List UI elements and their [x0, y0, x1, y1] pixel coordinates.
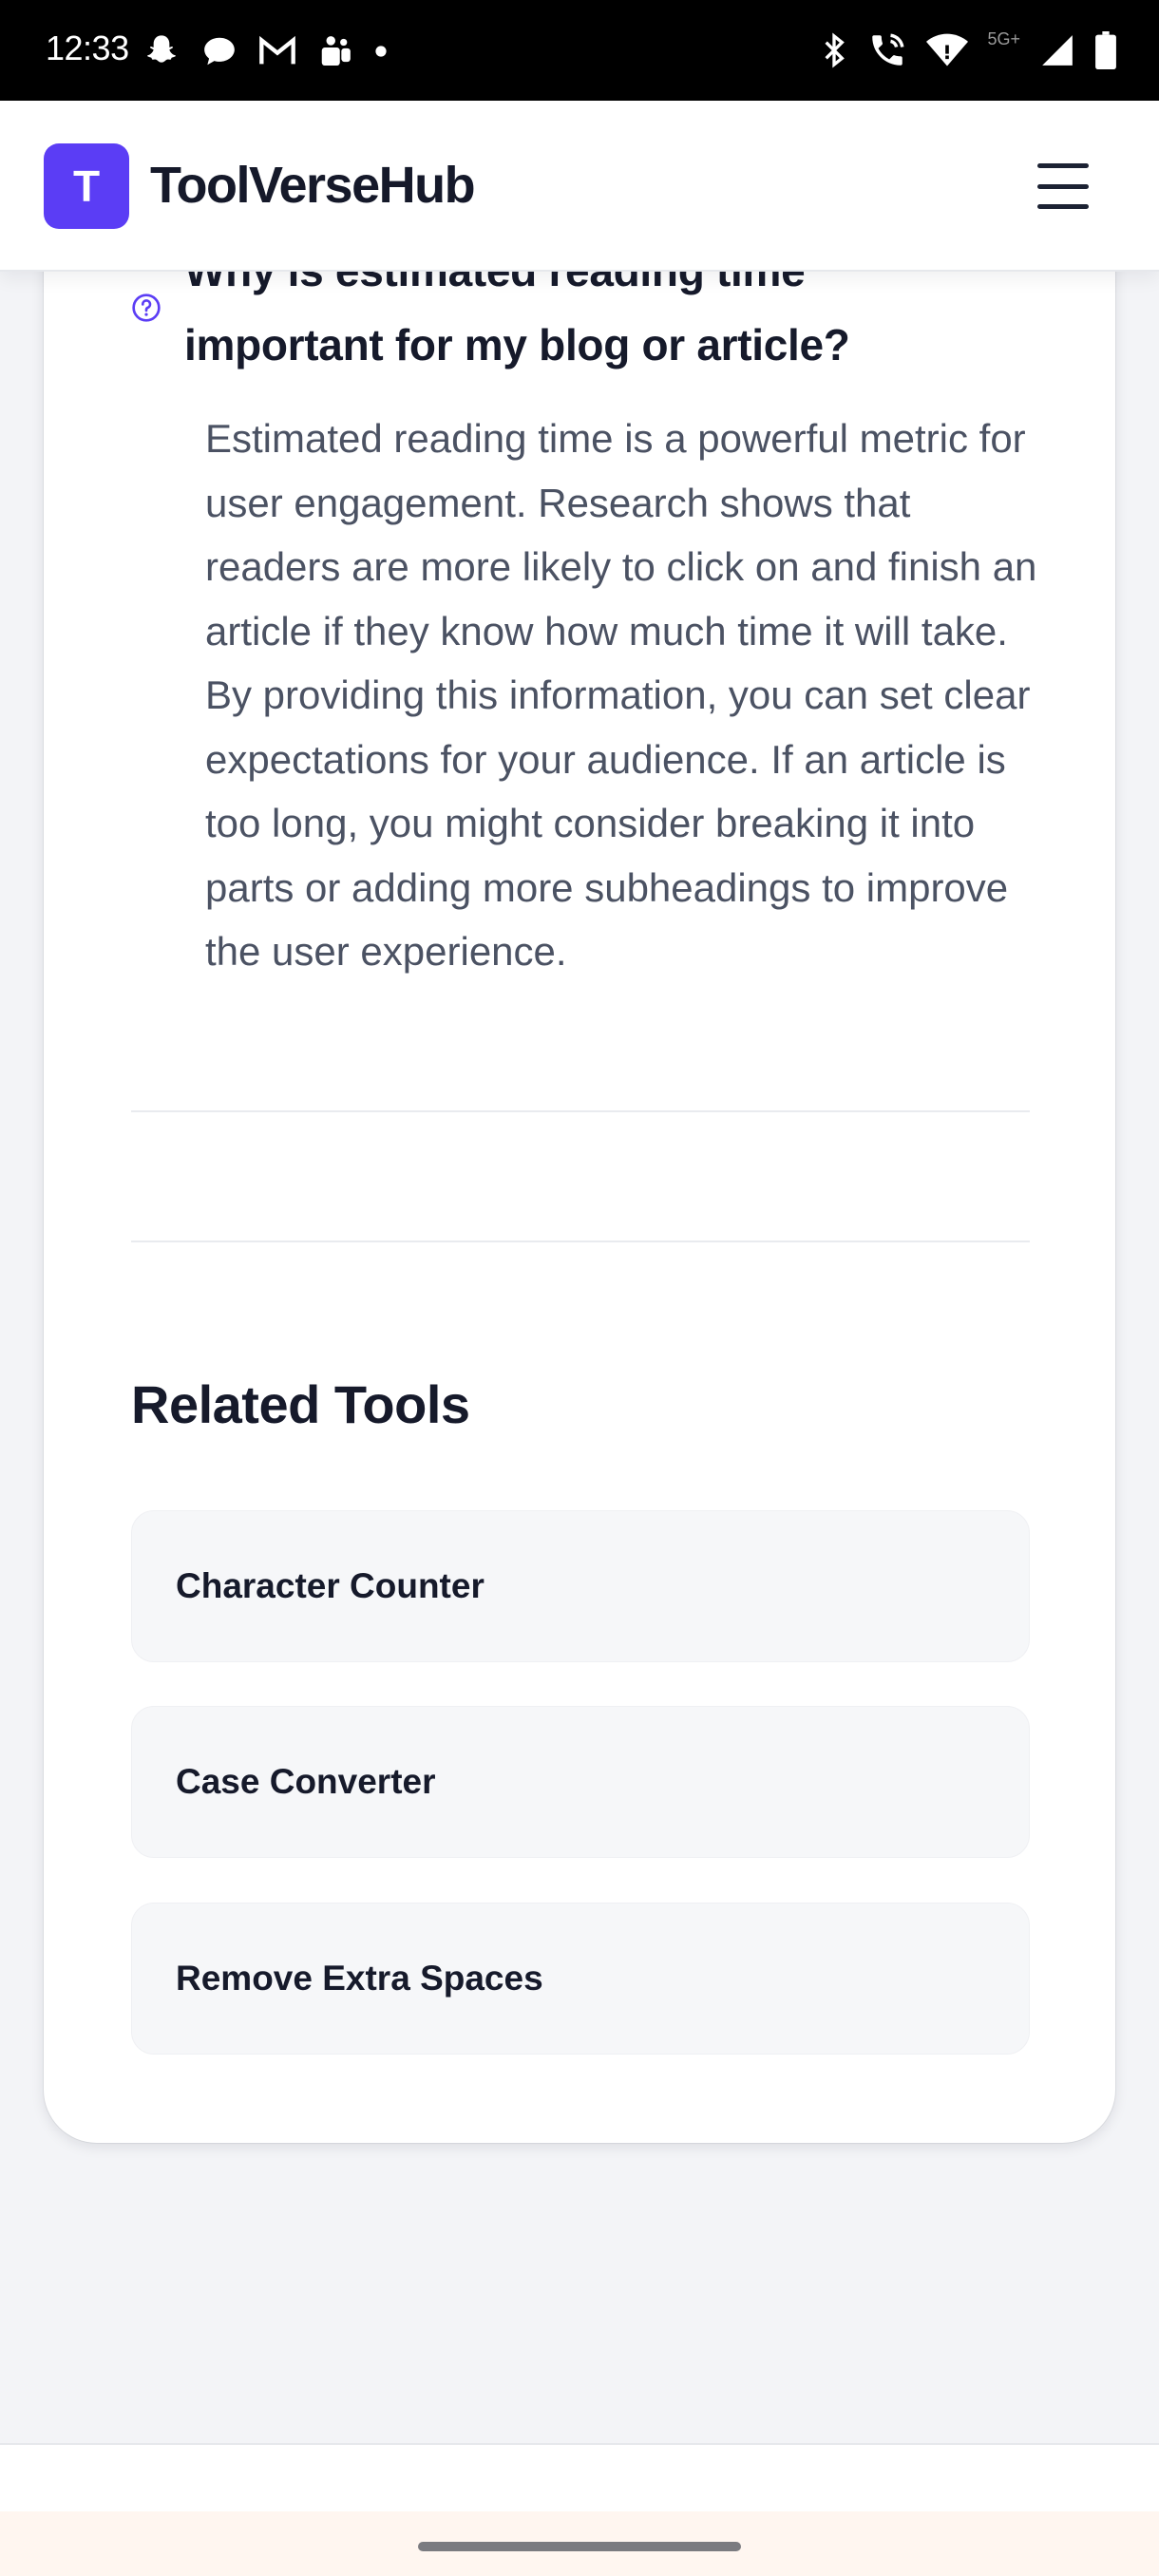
bluetooth-icon	[820, 31, 848, 69]
site-header: T ToolVerseHub	[0, 101, 1159, 272]
menu-line	[1037, 204, 1089, 209]
faq-answer: Estimated reading time is a powerful met…	[205, 416, 1037, 974]
system-icons: 5G+	[820, 28, 1117, 72]
site-logo[interactable]: T	[44, 143, 129, 229]
battery-icon	[1094, 31, 1117, 69]
section-divider	[131, 1241, 1030, 1242]
menu-line	[1037, 163, 1089, 168]
question-circle-icon	[131, 293, 162, 323]
chat-icon	[201, 33, 238, 69]
faq-question-clip: Why is estimated reading time important …	[0, 272, 1159, 386]
related-tool-card[interactable]: Case Converter	[131, 1706, 1030, 1858]
notification-icons	[142, 30, 388, 72]
gmail-icon	[258, 35, 296, 67]
related-tool-card[interactable]: Remove Extra Spaces	[131, 1903, 1030, 2055]
snapchat-icon	[142, 32, 180, 70]
wifi-icon	[926, 32, 969, 68]
faq-question[interactable]: Why is estimated reading time important …	[184, 272, 1001, 382]
hamburger-menu-button[interactable]	[1032, 158, 1094, 215]
network-type-label: 5G+	[987, 28, 1020, 48]
status-time: 12:33	[46, 28, 129, 67]
site-title[interactable]: ToolVerseHub	[150, 156, 476, 215]
dot-icon	[374, 45, 388, 58]
teams-icon	[317, 32, 353, 70]
home-indicator[interactable]	[418, 2542, 741, 2551]
faq-divider	[131, 1110, 1030, 1112]
page-footer	[0, 2445, 1159, 2511]
menu-line	[1037, 183, 1089, 189]
related-tools-heading: Related Tools	[131, 1374, 470, 1434]
signal-icon	[1039, 32, 1075, 68]
status-bar: 12:33 5G+	[0, 0, 1159, 101]
wifi-calling-icon	[867, 30, 907, 70]
related-tool-card[interactable]: Character Counter	[131, 1510, 1030, 1662]
